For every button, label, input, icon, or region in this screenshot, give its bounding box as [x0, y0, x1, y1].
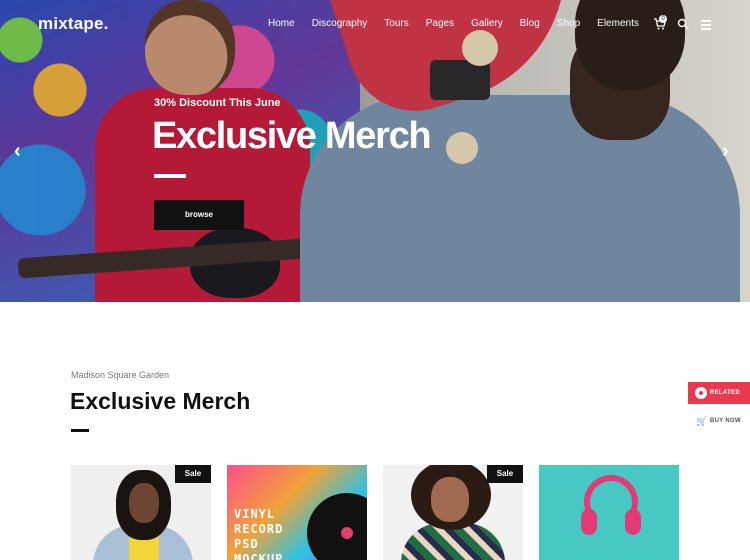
search-icon[interactable] [677, 18, 689, 30]
hero-title-underline [154, 174, 186, 178]
cart-icon: 🛒 [696, 416, 708, 426]
section-subheading: Madison Square Garden [71, 370, 170, 380]
buy-now-button[interactable]: 🛒 BUY NOW [688, 410, 750, 432]
hamburger-menu-icon[interactable] [701, 20, 711, 32]
nav-item-blog[interactable]: Blog [520, 18, 540, 29]
nav-item-discography[interactable]: Discography [312, 18, 368, 29]
hero-eyebrow: 30% Discount This June [154, 97, 281, 109]
slider-prev-arrow-icon[interactable]: ‹ [14, 140, 21, 163]
nav-item-shop[interactable]: Shop [557, 18, 580, 29]
nav-item-pages[interactable]: Pages [426, 18, 454, 29]
hero-title: Exclusive Merch [152, 115, 432, 157]
product-card[interactable]: VINYL RECORD PSD MOCKUP [227, 465, 367, 560]
site-logo[interactable]: mixtape. [38, 14, 109, 34]
cart-count-badge: 0 [659, 15, 667, 23]
section-title: Exclusive Merch [70, 388, 251, 414]
sale-badge: Sale [175, 465, 211, 483]
headphones-cup [625, 509, 641, 535]
nav-item-home[interactable]: Home [268, 18, 295, 29]
vinyl-record-icon [307, 493, 367, 560]
browse-button[interactable]: browse [154, 200, 244, 230]
nav-item-tours[interactable]: Tours [384, 18, 408, 29]
product-art-text: VINYL RECORD PSD MOCKUP [234, 507, 284, 560]
product-card[interactable]: Sale [71, 465, 211, 560]
hero-slider: mixtape. Home Discography Tours Pages Ga… [0, 0, 750, 302]
slider-next-arrow-icon[interactable]: › [722, 140, 729, 163]
product-image-detail [129, 483, 159, 523]
related-label: RELATED [710, 390, 740, 396]
section-title-underline [71, 429, 89, 432]
product-card[interactable] [539, 465, 679, 560]
buy-now-label: BUY NOW [710, 418, 741, 424]
main-nav: Home Discography Tours Pages Gallery Blo… [268, 18, 656, 29]
related-button[interactable]: RELATED [688, 382, 750, 404]
sale-badge: Sale [487, 465, 523, 483]
product-image-detail [431, 477, 469, 522]
product-card[interactable]: Sale [383, 465, 523, 560]
nav-item-elements[interactable]: Elements [597, 18, 639, 29]
headphones-cup [581, 509, 597, 535]
nav-item-gallery[interactable]: Gallery [471, 18, 503, 29]
record-icon [695, 387, 707, 399]
